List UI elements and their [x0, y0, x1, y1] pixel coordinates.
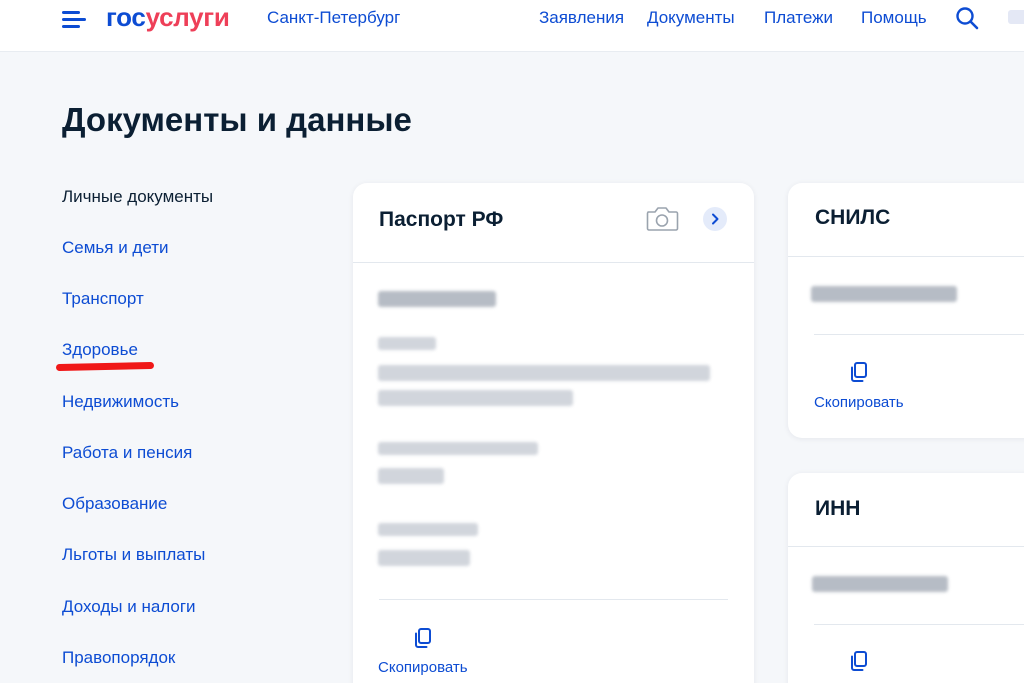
nav-applications[interactable]: Заявления [539, 8, 624, 28]
top-header: госуслуги Санкт-Петербург Заявления Доку… [0, 0, 1024, 52]
passport-content-divider [379, 599, 728, 600]
snils-card[interactable]: СНИЛС Скопировать [788, 183, 1024, 438]
snils-header-divider [788, 256, 1024, 257]
camera-icon[interactable] [645, 205, 679, 233]
inn-header-divider [788, 546, 1024, 547]
nav-payments[interactable]: Платежи [764, 8, 833, 28]
sidebar-item-health[interactable]: Здоровье [62, 340, 138, 360]
sidebar-item-personal-documents[interactable]: Личные документы [62, 187, 213, 207]
redacted-issued-by-line-2 [378, 390, 573, 406]
passport-card-title: Паспорт РФ [379, 208, 504, 231]
nav-help[interactable]: Помощь [861, 8, 927, 28]
avatar[interactable] [1008, 10, 1024, 24]
nav-documents[interactable]: Документы [647, 8, 735, 28]
search-icon[interactable] [955, 6, 979, 30]
snils-copy-button[interactable]: Скопировать [814, 394, 904, 412]
burger-menu-icon[interactable] [62, 9, 86, 29]
inn-content-divider [814, 624, 1024, 625]
logo-part-1: гос [106, 2, 146, 32]
chevron-right-icon[interactable] [703, 207, 727, 231]
sidebar-item-law-enforcement[interactable]: Правопорядок [62, 648, 175, 668]
redacted-code-label [378, 523, 478, 536]
redacted-snils-number [811, 286, 957, 302]
redacted-passport-number [378, 291, 496, 307]
passport-header-divider [353, 262, 754, 263]
sidebar-item-transport[interactable]: Транспорт [62, 289, 144, 309]
redacted-date-label [378, 442, 538, 455]
sidebar-item-benefits[interactable]: Льготы и выплаты [62, 545, 205, 565]
copy-icon[interactable] [412, 627, 434, 649]
sidebar-item-family-children[interactable]: Семья и дети [62, 238, 169, 258]
passport-copy-button[interactable]: Скопировать [378, 659, 468, 677]
inn-card[interactable]: ИНН [788, 473, 1024, 683]
redacted-issued-by-label [378, 337, 436, 350]
passport-card[interactable]: Паспорт РФ Скопировать [353, 183, 754, 683]
copy-icon[interactable] [848, 650, 870, 672]
snils-content-divider [814, 334, 1024, 335]
sidebar-item-work-pension[interactable]: Работа и пенсия [62, 443, 192, 463]
redacted-code-value [378, 550, 470, 566]
copy-icon[interactable] [848, 361, 870, 383]
sidebar-item-real-estate[interactable]: Недвижимость [62, 392, 179, 412]
sidebar-item-education[interactable]: Образование [62, 494, 167, 514]
snils-card-title: СНИЛС [815, 206, 891, 229]
page-title: Документы и данные [62, 101, 412, 138]
sidebar-item-income-taxes[interactable]: Доходы и налоги [62, 597, 196, 617]
redacted-inn-number [812, 576, 948, 592]
logo-part-2: услуги [145, 2, 230, 32]
redacted-date-value [378, 468, 444, 484]
inn-card-title: ИНН [815, 497, 861, 520]
red-underline-annotation [55, 361, 155, 372]
gosuslugi-logo[interactable]: госуслуги [106, 2, 230, 32]
redacted-issued-by-line-1 [378, 365, 710, 381]
city-selector[interactable]: Санкт-Петербург [267, 8, 400, 28]
